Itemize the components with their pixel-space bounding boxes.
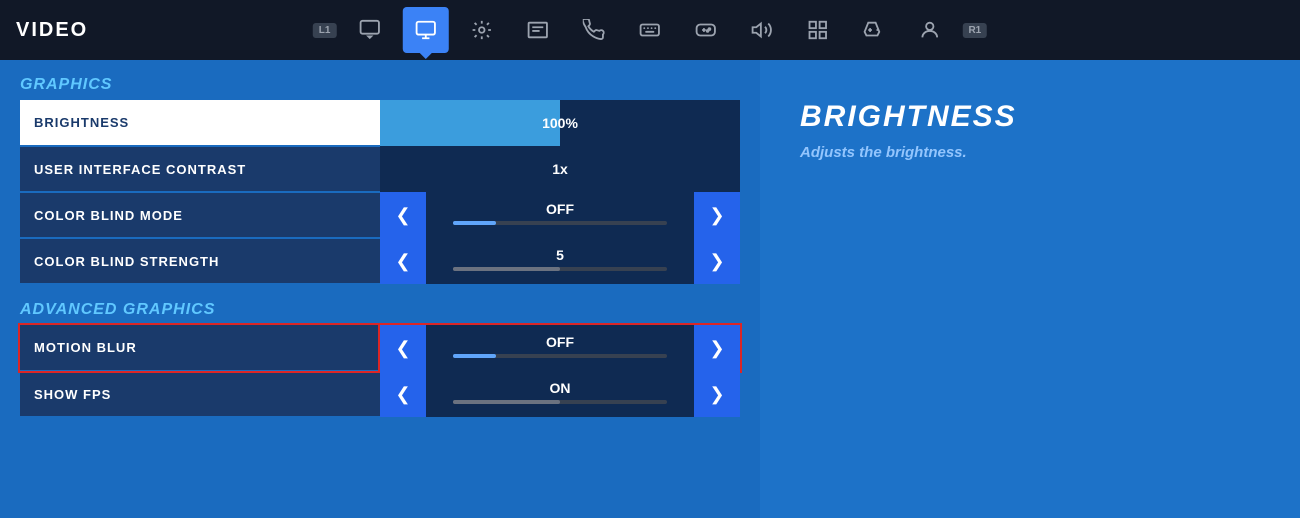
graphics-section-header: GRAPHICS	[20, 76, 740, 94]
show-fps-progress	[453, 400, 667, 404]
color-blind-strength-right-btn[interactable]: ❯	[694, 238, 740, 284]
motion-blur-control[interactable]: ❮ OFF ❯	[380, 325, 740, 371]
color-blind-mode-progress-fill	[453, 221, 496, 225]
brightness-control[interactable]: 100%	[380, 100, 740, 146]
show-fps-value-container: ON	[426, 371, 694, 417]
color-blind-mode-right-btn[interactable]: ❯	[694, 192, 740, 238]
color-blind-mode-value: OFF	[546, 201, 574, 217]
color-blind-strength-row[interactable]: COLOR BLIND STRENGTH ❮ 5 ❯	[20, 238, 740, 284]
nav-text-icon[interactable]	[514, 7, 560, 53]
show-fps-progress-fill	[453, 400, 560, 404]
color-blind-mode-left-btn[interactable]: ❮	[380, 192, 426, 238]
ui-contrast-row[interactable]: USER INTERFACE CONTRAST 1x	[20, 146, 740, 192]
show-fps-row[interactable]: SHOW FPS ❮ ON ❯	[20, 371, 740, 417]
l1-badge: L1	[313, 23, 337, 38]
show-fps-right-btn[interactable]: ❯	[694, 371, 740, 417]
advanced-graphics-table: MOTION BLUR ❮ OFF ❯	[20, 325, 740, 418]
main-content: GRAPHICS BRIGHTNESS 100% USER INTERFACE …	[0, 60, 1300, 518]
motion-blur-row[interactable]: MOTION BLUR ❮ OFF ❯	[20, 325, 740, 371]
brightness-row[interactable]: BRIGHTNESS 100%	[20, 100, 740, 146]
nav-monitor-icon[interactable]	[402, 7, 448, 53]
right-panel: BRIGHTNESS Adjusts the brightness.	[760, 60, 1300, 518]
show-fps-left-btn[interactable]: ❮	[380, 371, 426, 417]
motion-blur-right-btn[interactable]: ❯	[694, 325, 740, 371]
nav-gear-icon[interactable]	[458, 7, 504, 53]
nav-speaker-icon[interactable]	[738, 7, 784, 53]
color-blind-strength-progress-fill	[453, 267, 560, 271]
brightness-slider[interactable]: 100%	[380, 100, 740, 146]
motion-blur-left-btn[interactable]: ❮	[380, 325, 426, 371]
info-panel-title: BRIGHTNESS	[800, 100, 1260, 134]
show-fps-control[interactable]: ❮ ON ❯	[380, 371, 740, 417]
nav-controller2-icon[interactable]	[850, 7, 896, 53]
color-blind-mode-control[interactable]: ❮ OFF ❯	[380, 192, 740, 238]
color-blind-mode-row[interactable]: COLOR BLIND MODE ❮ OFF ❯	[20, 192, 740, 238]
nav-icons: L1 R1	[313, 7, 987, 53]
color-blind-mode-label: COLOR BLIND MODE	[20, 192, 380, 238]
ui-contrast-control: 1x	[380, 146, 740, 192]
color-blind-strength-value-container: 5	[426, 238, 694, 284]
page-title: VIDEO	[16, 19, 88, 42]
left-panel: GRAPHICS BRIGHTNESS 100% USER INTERFACE …	[0, 60, 760, 518]
r1-badge: R1	[962, 23, 987, 38]
ui-contrast-label: USER INTERFACE CONTRAST	[20, 146, 380, 192]
motion-blur-progress-fill	[453, 354, 496, 358]
color-blind-mode-value-container: OFF	[426, 192, 694, 238]
top-bar: VIDEO L1	[0, 0, 1300, 60]
brightness-value: 100%	[380, 115, 740, 131]
nav-user-icon[interactable]	[906, 7, 952, 53]
nav-chat-icon[interactable]	[346, 7, 392, 53]
brightness-label: BRIGHTNESS	[20, 100, 380, 146]
motion-blur-value-container: OFF	[426, 325, 694, 371]
color-blind-strength-value: 5	[556, 247, 564, 263]
color-blind-strength-progress	[453, 267, 667, 271]
nav-gamepad-icon[interactable]	[682, 7, 728, 53]
nav-keyboard-icon[interactable]	[626, 7, 672, 53]
color-blind-mode-progress	[453, 221, 667, 225]
color-blind-strength-control[interactable]: ❮ 5 ❯	[380, 238, 740, 284]
color-blind-mode-arrows: ❮ OFF ❯	[380, 192, 740, 238]
nav-grid-icon[interactable]	[794, 7, 840, 53]
motion-blur-value: OFF	[546, 334, 574, 350]
show-fps-arrows: ❮ ON ❯	[380, 371, 740, 417]
color-blind-strength-left-btn[interactable]: ❮	[380, 238, 426, 284]
ui-contrast-value: 1x	[380, 146, 740, 192]
motion-blur-progress	[453, 354, 667, 358]
show-fps-label: SHOW FPS	[20, 371, 380, 417]
color-blind-strength-arrows: ❮ 5 ❯	[380, 238, 740, 284]
show-fps-value: ON	[550, 380, 571, 396]
info-panel-description: Adjusts the brightness.	[800, 144, 1260, 161]
color-blind-strength-label: COLOR BLIND STRENGTH	[20, 238, 380, 284]
graphics-table: BRIGHTNESS 100% USER INTERFACE CONTRAST …	[20, 100, 740, 285]
nav-phone-icon[interactable]	[570, 7, 616, 53]
advanced-graphics-section-header: ADVANCED GRAPHICS	[20, 301, 740, 319]
motion-blur-label: MOTION BLUR	[20, 325, 380, 371]
motion-blur-arrows: ❮ OFF ❯	[380, 325, 740, 371]
